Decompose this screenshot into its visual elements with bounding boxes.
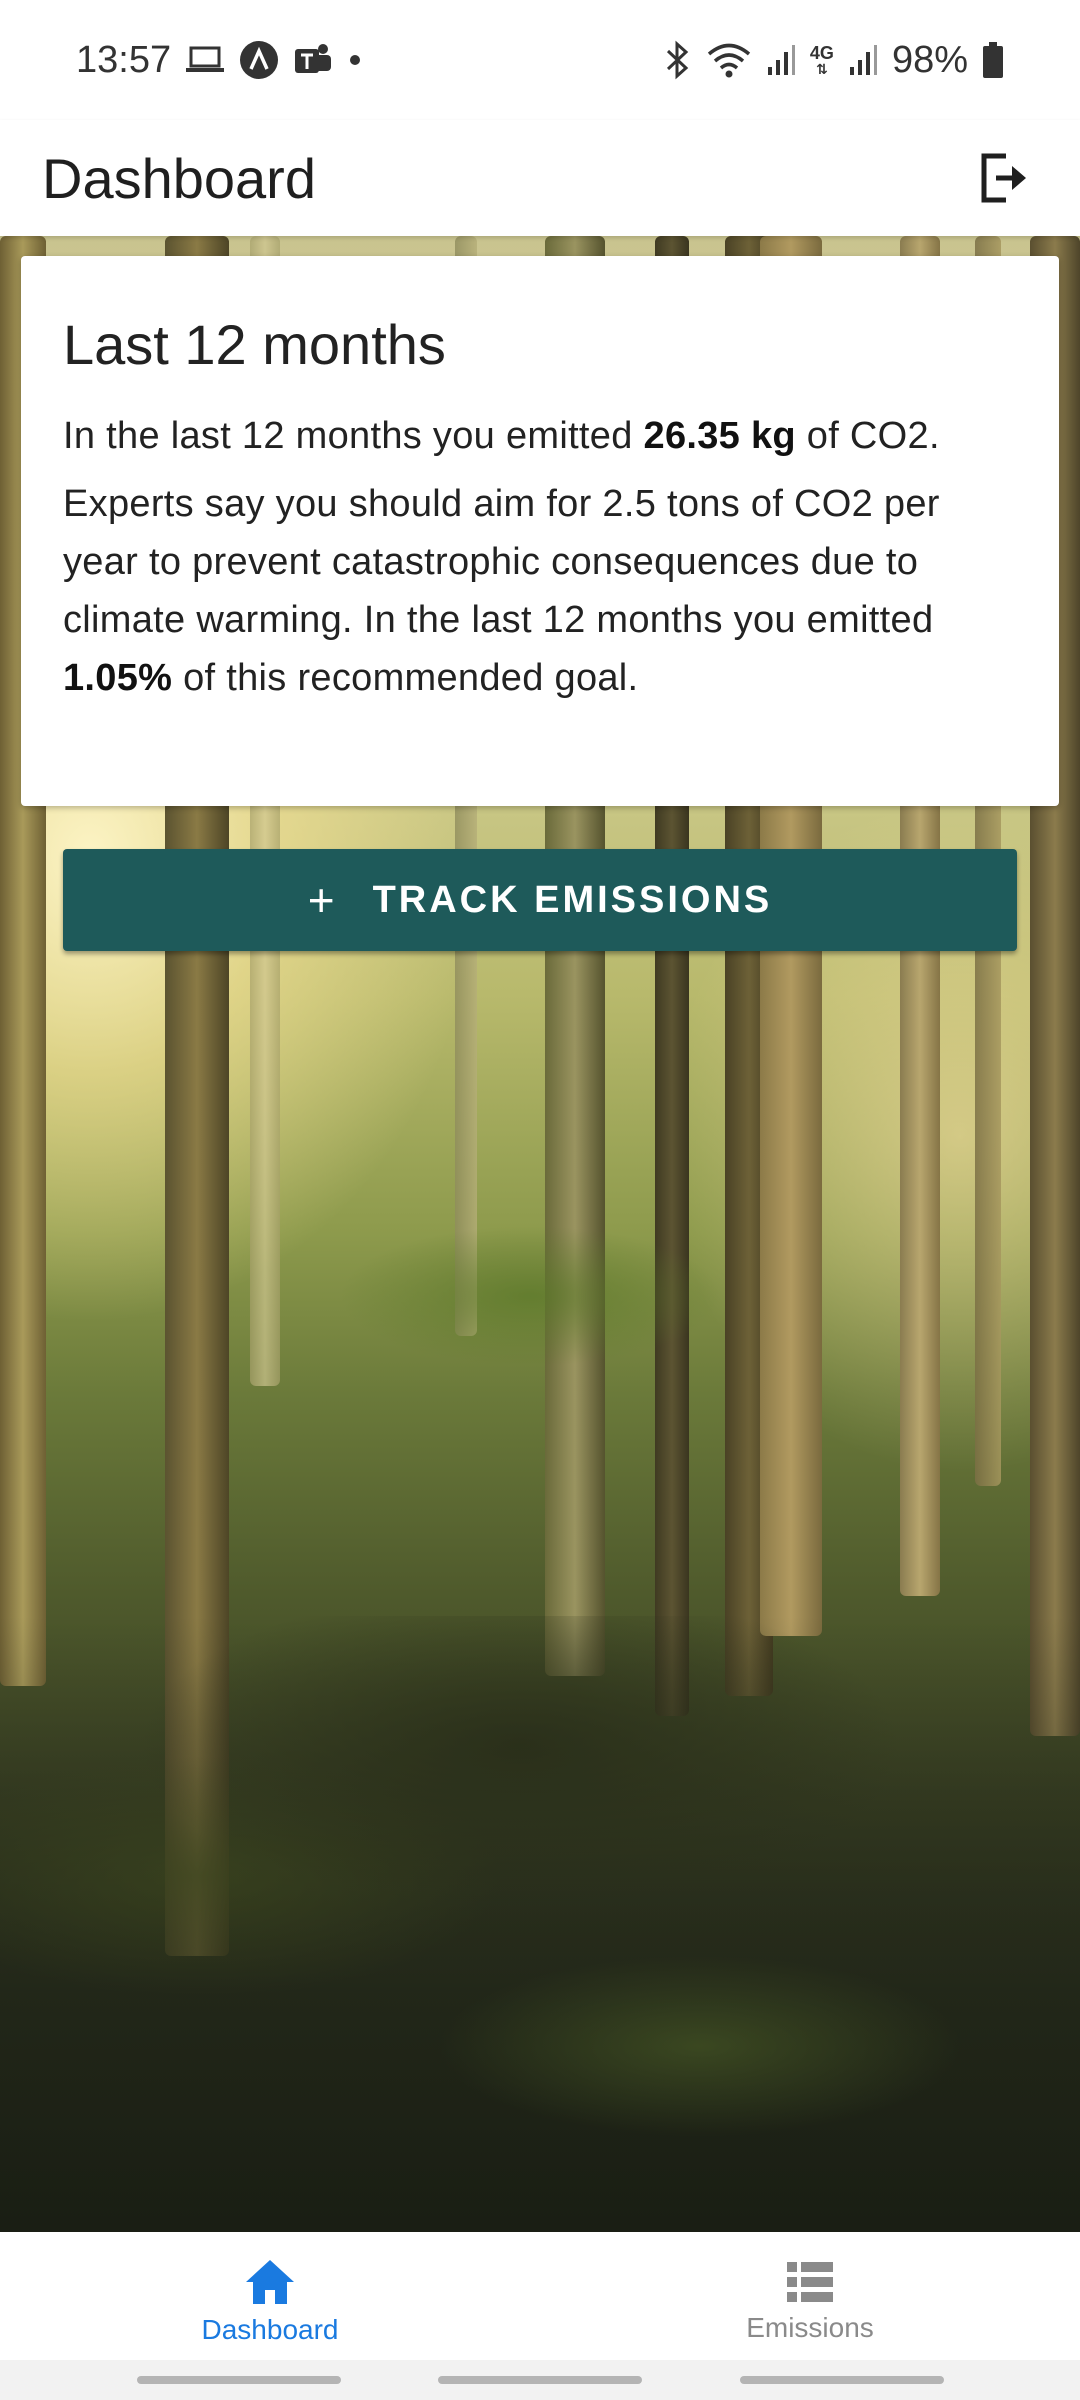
nav-item-dashboard[interactable]: Dashboard — [0, 2232, 540, 2360]
laptop-icon — [185, 44, 225, 76]
plus-icon: + — [307, 874, 335, 926]
gesture-handle-right[interactable] — [740, 2376, 944, 2384]
app-bar: Dashboard — [0, 120, 1080, 236]
status-time: 13:57 — [76, 38, 172, 81]
network-type-icon: 4G ⇅ — [810, 44, 834, 76]
gesture-handle-center[interactable] — [438, 2376, 642, 2384]
battery-icon — [982, 41, 1004, 79]
bluetooth-icon — [662, 40, 692, 80]
signal-icon — [766, 43, 796, 77]
status-right: 4G ⇅ 98% — [662, 39, 1004, 82]
goal-text-suffix: of this recommended goal. — [172, 657, 639, 699]
status-left: 13:57 — [76, 39, 363, 82]
track-emissions-label: TRACK EMISSIONS — [372, 878, 773, 921]
nav-label-dashboard: Dashboard — [201, 2314, 339, 2345]
data-arrows-icon: ⇅ — [816, 61, 828, 77]
nav-label-emissions: Emissions — [746, 2312, 874, 2343]
emissions-value: 26.35 kg — [643, 415, 796, 457]
bottom-navigation: Dashboard Emissions — [0, 2232, 1080, 2360]
card-title: Last 12 months — [63, 313, 446, 376]
nav-item-emissions[interactable]: Emissions — [540, 2232, 1080, 2360]
system-gesture-bar — [0, 2360, 1080, 2400]
app-logo-icon — [239, 40, 279, 80]
page-title: Dashboard — [42, 146, 316, 210]
emissions-summary-text: In the last 12 months you emitted 26.35 … — [63, 407, 1017, 465]
signal-icon-2 — [848, 43, 878, 77]
wifi-icon — [706, 41, 752, 79]
goal-percent-value: 1.05% — [63, 657, 173, 699]
foliage-overlay — [0, 1616, 1080, 2232]
goal-text-prefix: Experts say you should aim for 2.5 tons … — [63, 483, 940, 641]
goal-comparison-text: Experts say you should aim for 2.5 tons … — [63, 475, 1017, 707]
home-icon — [246, 2260, 294, 2304]
notification-dot-icon — [347, 52, 363, 68]
network-type-label: 4G — [809, 43, 834, 63]
battery-percent: 98% — [891, 38, 968, 81]
logout-icon — [981, 153, 1026, 203]
list-icon — [787, 2262, 833, 2302]
leaves-overlay — [340, 1216, 720, 1376]
track-emissions-button[interactable]: + TRACK EMISSIONS — [63, 849, 1017, 951]
emissions-text-suffix: of CO2. — [795, 415, 940, 457]
emissions-text-prefix: In the last 12 months you emitted — [63, 415, 644, 457]
logout-button[interactable] — [968, 142, 1040, 214]
summary-card: Last 12 months In the last 12 months you… — [21, 256, 1059, 806]
teams-icon — [293, 41, 333, 79]
status-bar: 13:57 4G ⇅ 98% — [0, 0, 1080, 120]
gesture-handle-left[interactable] — [137, 2376, 341, 2384]
